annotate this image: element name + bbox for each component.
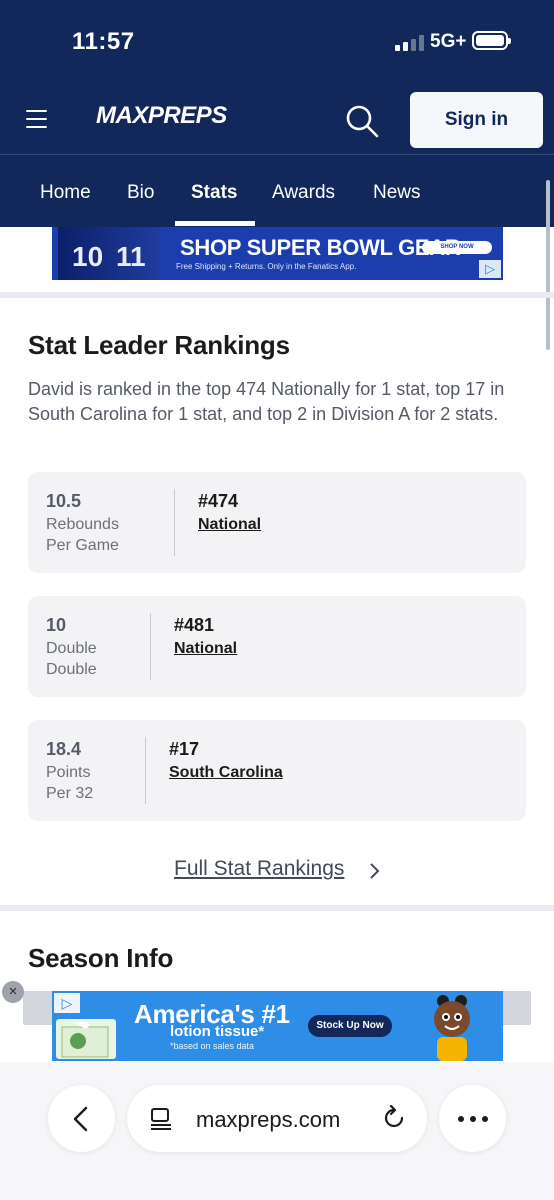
tissue-box-image [56,1019,116,1059]
stat-rank: #481 [174,615,215,635]
ad-jersey-image: 10 11 [58,227,160,280]
site-header: MAXPREPS Sign in [0,80,554,155]
tab-news[interactable]: News [373,182,421,204]
browser-toolbar: maxpreps.com [0,1062,554,1200]
tab-bio[interactable]: Bio [127,182,154,204]
stat-value: 10 [46,615,67,635]
page-scrollbar[interactable] [546,180,550,350]
stat-label: Points [46,764,91,781]
season-info-title: Season Info [28,943,174,973]
profile-tabs: Home Bio Stats Awards News [0,155,554,227]
ad-jersey-number: 11 [116,241,146,272]
stat-label: Rebounds [46,516,119,533]
ad-jersey-number: 10 [72,241,104,272]
back-arrow-icon [73,1106,88,1132]
network-type: 5G+ [430,31,467,52]
stat-label: Per 32 [46,785,94,802]
more-icon [458,1116,488,1122]
ad-shop-button[interactable]: SHOP NOW [422,241,492,254]
ad-subtext: Free Shipping + Returns. Only in the Fan… [176,262,357,271]
page-settings-icon[interactable] [149,1107,173,1131]
rank-scope-link[interactable]: South Carolina [169,764,283,782]
menu-icon[interactable] [26,110,47,128]
ad-footnote: *based on sales data [170,1041,255,1051]
stat-rank: #17 [169,739,200,759]
back-button[interactable] [48,1085,115,1152]
stat-rank: #474 [198,491,239,511]
status-time: 11:57 [72,28,135,55]
battery-icon [472,31,511,50]
url-text[interactable]: maxpreps.com [196,1107,340,1133]
stat-label: Per Game [46,537,119,554]
rank-scope-link[interactable]: National [174,640,237,658]
ad-mascot-image [417,993,487,1061]
ad-banner-top[interactable]: 10 11 SHOP SUPER BOWL GEAR Free Shipping… [52,227,503,280]
stat-value: 18.4 [46,739,82,759]
signal-strength-icon [395,35,425,51]
close-ad-icon[interactable]: × [2,981,24,1003]
more-options-button[interactable] [439,1085,506,1152]
full-stat-rankings-link[interactable]: Full Stat Rankings [174,857,344,881]
card-divider [174,489,175,556]
stat-leader-description: David is ranked in the top 474 Nationall… [28,379,505,424]
tab-home[interactable]: Home [40,182,91,204]
stat-value: 10.5 [46,491,82,511]
adchoices-icon[interactable]: ▷ [479,260,501,278]
sign-in-button[interactable]: Sign in [410,92,543,148]
stat-label: Double [46,661,97,678]
tab-stats[interactable]: Stats [191,182,237,204]
ad-headline: SHOP SUPER BOWL GEAR [180,235,461,260]
search-icon[interactable] [345,104,379,138]
ad-subheadline: lotion tissue* [170,1023,265,1040]
card-divider [150,613,151,680]
reload-icon[interactable] [381,1105,407,1131]
section-divider [0,292,554,298]
stat-label: Double [46,640,97,657]
adchoices-icon[interactable]: ▷ [54,993,80,1013]
stat-rank-card: 10.5 Rebounds Per Game #474 National [28,472,526,573]
ad-banner-bottom[interactable]: ▷ America's #1 lotion tissue* *based on … [52,991,503,1061]
stat-leader-title: Stat Leader Rankings [28,330,290,360]
ad-stock-up-button[interactable]: Stock Up Now [308,1015,392,1037]
status-bar: 11:57 5G+ [0,0,554,80]
card-divider [145,737,146,804]
rank-scope-link[interactable]: National [198,516,261,534]
stat-rank-card: 18.4 Points Per 32 #17 South Carolina [28,720,526,821]
maxpreps-logo[interactable]: MAXPREPS [96,102,227,130]
stat-rank-card: 10 Double Double #481 National [28,596,526,697]
section-divider [0,905,554,911]
active-tab-indicator [175,221,255,226]
tab-awards[interactable]: Awards [272,182,335,204]
chevron-right-icon[interactable] [368,862,382,880]
